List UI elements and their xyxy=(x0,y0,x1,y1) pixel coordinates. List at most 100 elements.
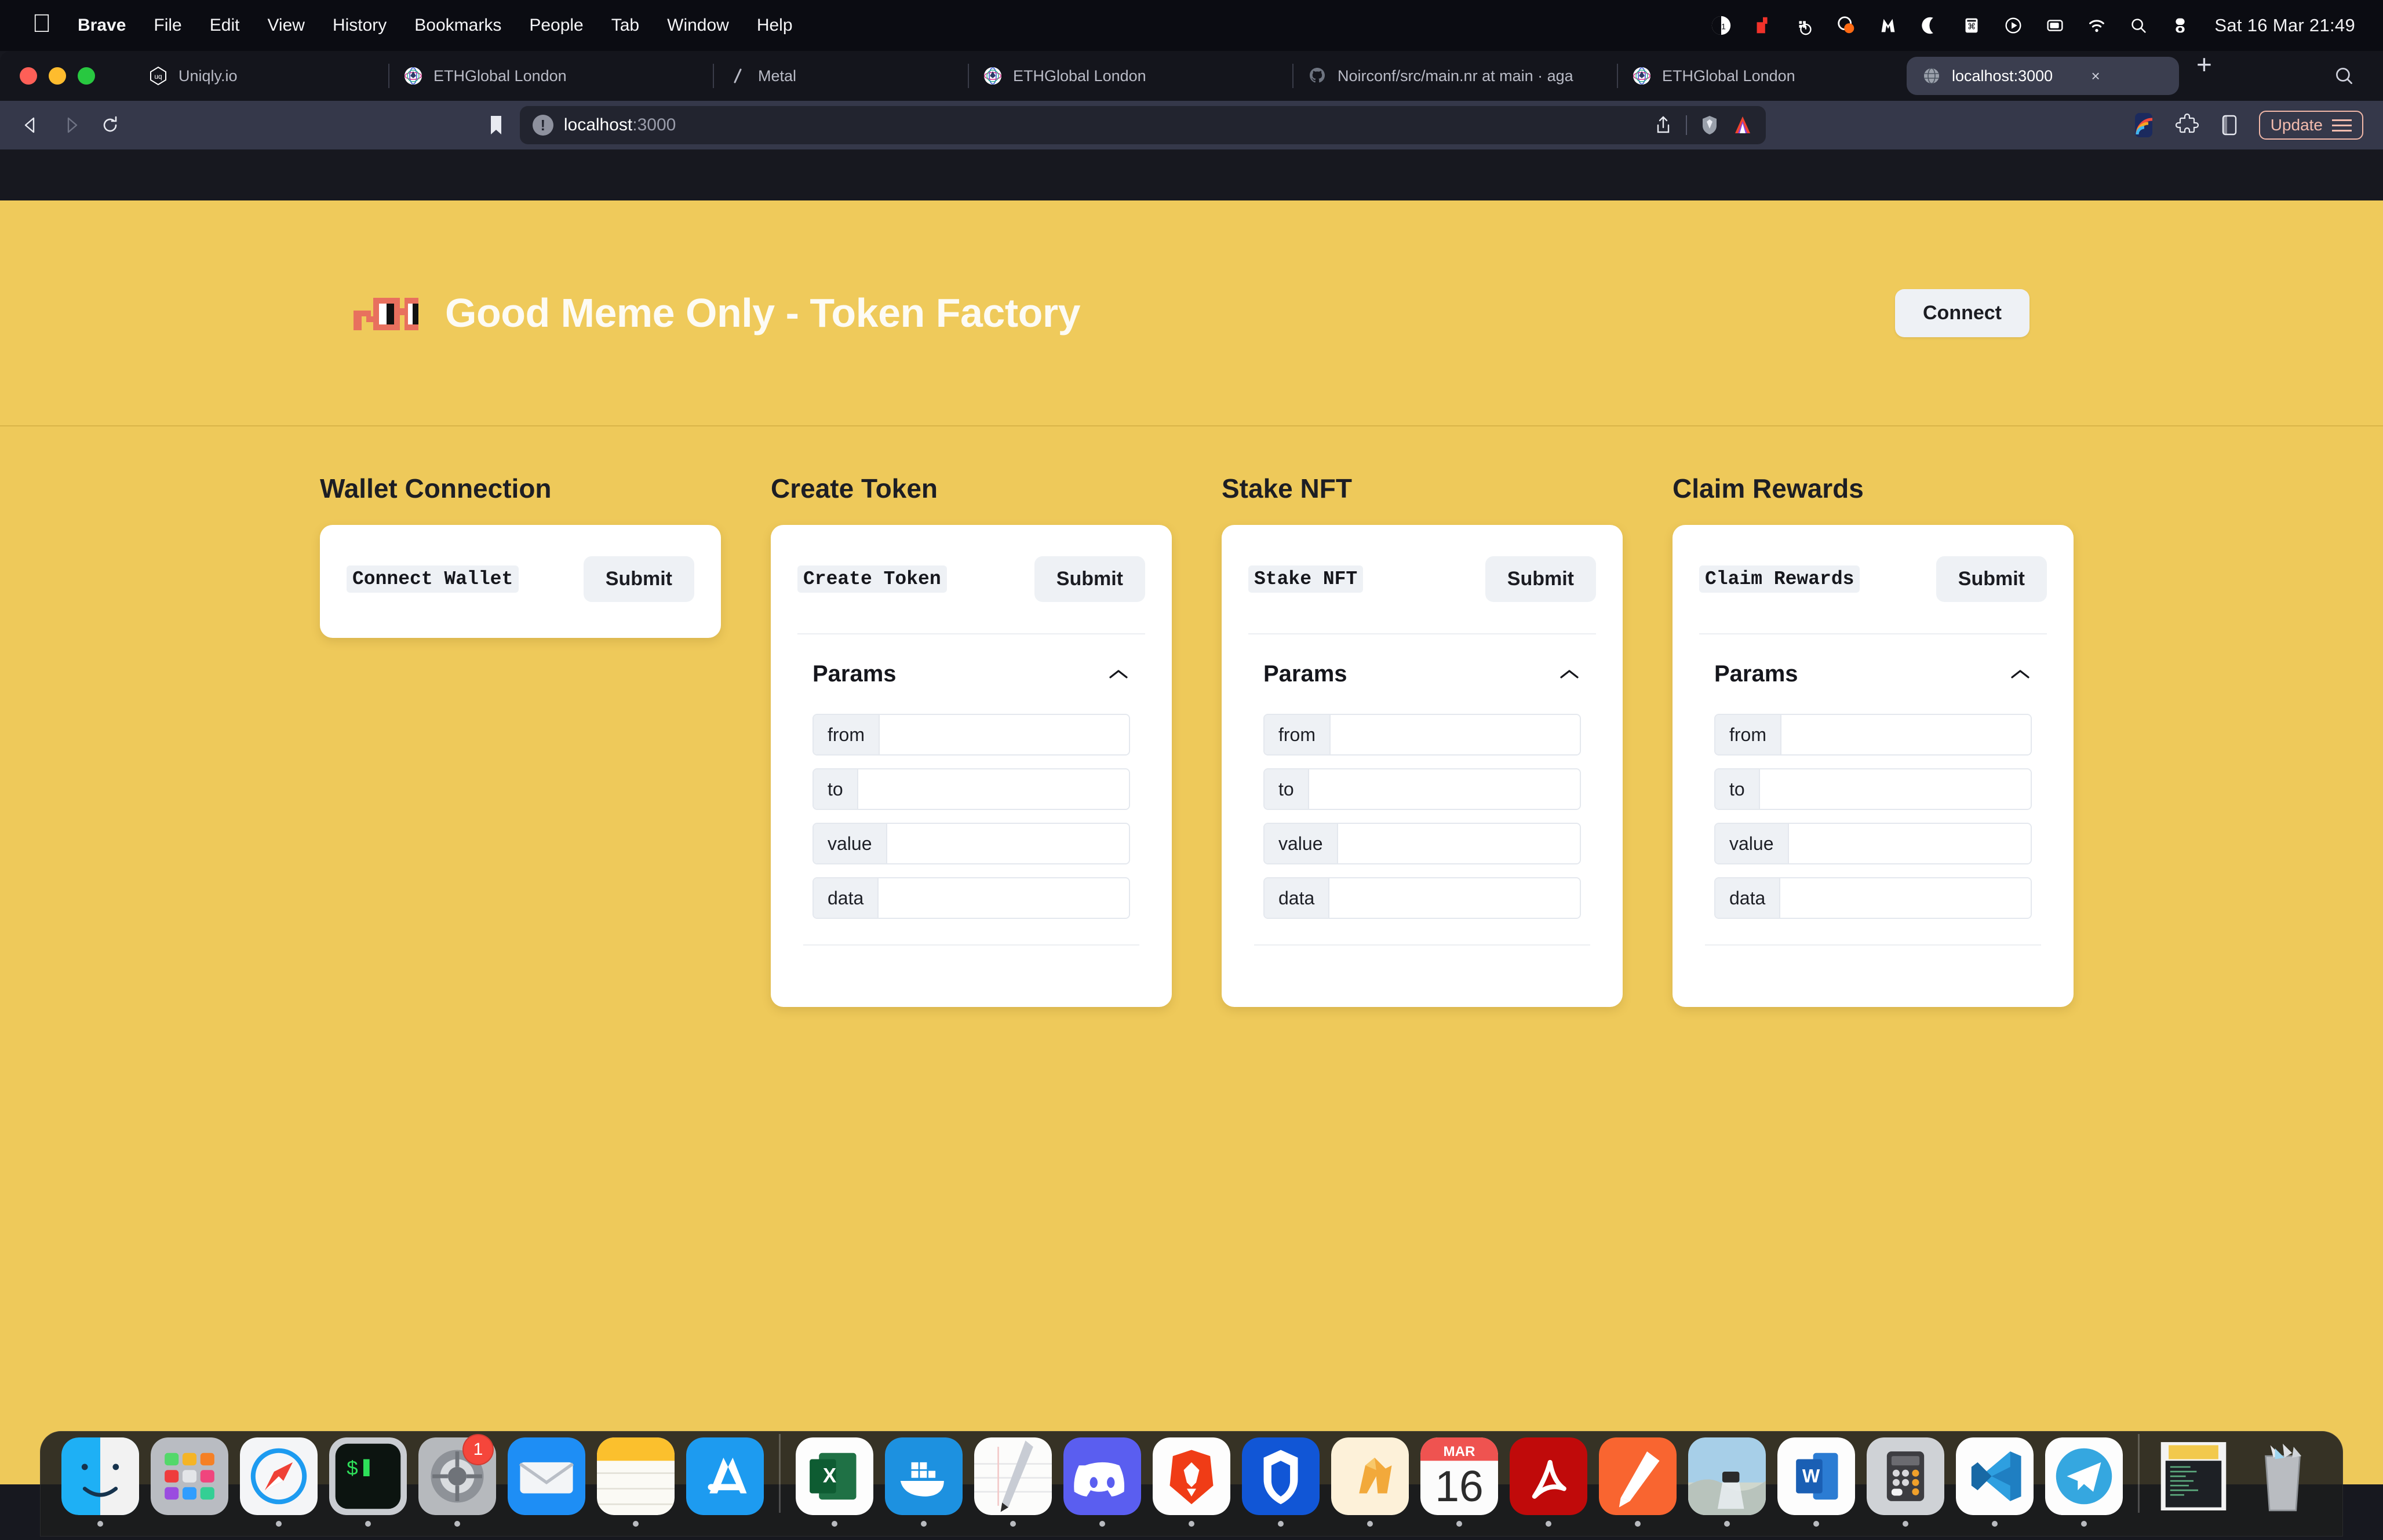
browser-tab-ethglobal-2[interactable]: ETHGlobal London xyxy=(968,51,1292,101)
forward-arrow-icon[interactable] xyxy=(59,114,82,137)
dock-item-notes[interactable] xyxy=(591,1437,680,1527)
param-row-to[interactable]: to xyxy=(1714,768,2032,810)
dock-item-nordvpn[interactable] xyxy=(1236,1437,1325,1527)
param-input-value[interactable] xyxy=(1788,824,2031,863)
dock-item-docker[interactable] xyxy=(879,1437,968,1527)
dock-item-discord[interactable] xyxy=(1058,1437,1147,1527)
params-toggle[interactable]: Params xyxy=(797,634,1145,687)
wifi-icon[interactable] xyxy=(2086,14,2108,37)
dock-item-app-store[interactable] xyxy=(680,1437,770,1527)
shortcuts-icon[interactable]: ⌘ xyxy=(1961,14,1983,37)
close-tab-button[interactable]: × xyxy=(2087,67,2104,85)
dock-item-unity[interactable] xyxy=(1325,1437,1415,1527)
menu-item-history[interactable]: History xyxy=(319,16,400,35)
menu-item-brave[interactable]: Brave xyxy=(64,16,140,35)
update-button[interactable]: Update xyxy=(2258,111,2363,140)
param-row-data[interactable]: data xyxy=(1263,877,1581,919)
dock-item-launchpad[interactable] xyxy=(145,1437,234,1527)
dock-item-trash[interactable] xyxy=(2238,1437,2327,1527)
screen-mirroring-icon[interactable] xyxy=(2044,14,2066,37)
param-input-to[interactable] xyxy=(858,769,1129,809)
dock-item-calculator[interactable] xyxy=(1861,1437,1950,1527)
back-arrow-icon[interactable] xyxy=(20,114,43,137)
browser-tab-ethglobal-1[interactable]: ETHGlobal London xyxy=(388,51,713,101)
browser-tab-github-noirconf[interactable]: Noirconf/src/main.nr at main · aga xyxy=(1292,51,1617,101)
play-circle-icon[interactable] xyxy=(2002,14,2024,37)
menu-item-view[interactable]: View xyxy=(253,16,318,35)
param-row-to[interactable]: to xyxy=(1263,768,1581,810)
browser-tab-localhost-active[interactable]: localhost:3000 × xyxy=(1907,57,2179,95)
dock-item-system-settings[interactable]: 1 xyxy=(413,1434,502,1527)
docker-icon[interactable] xyxy=(1794,14,1816,37)
dock-item-finder[interactable] xyxy=(56,1437,145,1527)
rainbow-wallet-icon[interactable] xyxy=(2131,111,2156,139)
submit-button[interactable]: Submit xyxy=(1485,556,1596,602)
submit-button[interactable]: Submit xyxy=(1034,556,1145,602)
param-row-from[interactable]: from xyxy=(1263,714,1581,756)
menu-item-tab[interactable]: Tab xyxy=(597,16,653,35)
dock-item-calendar[interactable]: MAR 16 xyxy=(1415,1437,1504,1527)
param-input-data[interactable] xyxy=(1329,878,1580,918)
menu-item-bookmarks[interactable]: Bookmarks xyxy=(400,16,515,35)
dock-item-adobe-acrobat[interactable] xyxy=(1504,1437,1593,1527)
param-row-value[interactable]: value xyxy=(1263,823,1581,864)
dock-item-photos[interactable] xyxy=(1682,1437,1772,1527)
brave-shields-icon[interactable] xyxy=(1700,114,1719,137)
reload-icon[interactable] xyxy=(99,114,122,137)
menu-item-people[interactable]: People xyxy=(515,16,597,35)
param-input-data[interactable] xyxy=(1780,878,2031,918)
menu-item-file[interactable]: File xyxy=(140,16,195,35)
dock-item-vs-code[interactable] xyxy=(1950,1437,2039,1527)
dock-item-stickies-file[interactable] xyxy=(2149,1437,2238,1527)
dock-item-mail[interactable] xyxy=(502,1437,591,1527)
param-row-value[interactable]: value xyxy=(1714,823,2032,864)
dock-item-telegram[interactable] xyxy=(2039,1437,2129,1527)
param-input-value[interactable] xyxy=(1338,824,1580,863)
minimize-window-button[interactable] xyxy=(49,67,66,85)
menu-item-window[interactable]: Window xyxy=(653,16,743,35)
param-input-to[interactable] xyxy=(1759,769,2031,809)
browser-tab-ethglobal-3[interactable]: ETHGlobal London xyxy=(1617,51,1907,101)
maximize-window-button[interactable] xyxy=(78,67,95,85)
params-toggle[interactable]: Params xyxy=(1248,634,1596,687)
param-row-from[interactable]: from xyxy=(1714,714,2032,756)
param-row-value[interactable]: value xyxy=(812,823,1130,864)
dock-item-notability[interactable] xyxy=(968,1437,1058,1527)
leo-ai-icon[interactable] xyxy=(1732,114,1753,137)
submit-button[interactable]: Submit xyxy=(583,556,694,602)
todo-red-icon[interactable] xyxy=(1752,14,1774,37)
param-input-data[interactable] xyxy=(879,878,1129,918)
param-row-data[interactable]: data xyxy=(1714,877,2032,919)
dock-item-excel[interactable]: X xyxy=(790,1437,879,1527)
dock-item-preview-markup[interactable] xyxy=(1593,1437,1682,1527)
param-input-from[interactable] xyxy=(1781,715,2031,754)
param-row-to[interactable]: to xyxy=(812,768,1130,810)
close-window-button[interactable] xyxy=(20,67,37,85)
connect-wallet-button[interactable]: Connect xyxy=(1895,289,2029,337)
tab-search-button[interactable] xyxy=(2332,51,2356,101)
address-bar[interactable]: ! localhost:3000 xyxy=(519,106,1766,144)
dock-item-safari[interactable] xyxy=(234,1437,323,1527)
share-icon[interactable] xyxy=(1653,114,1673,137)
menu-item-edit[interactable]: Edit xyxy=(196,16,254,35)
night-shift-moon-icon[interactable] xyxy=(1919,14,1941,37)
menu-bar-clock[interactable]: Sat 16 Mar 21:49 xyxy=(2211,15,2355,36)
chevron-up-icon[interactable] xyxy=(1107,667,1130,681)
dock-item-word[interactable]: W xyxy=(1772,1437,1861,1527)
param-input-from[interactable] xyxy=(1331,715,1580,754)
sidebar-toggle-icon[interactable] xyxy=(2220,112,2239,138)
param-row-from[interactable]: from xyxy=(812,714,1130,756)
new-tab-button[interactable]: + xyxy=(2179,51,2229,101)
extensions-puzzle-icon[interactable] xyxy=(2175,113,2200,137)
apple-logo-icon[interactable]:  xyxy=(20,11,64,37)
hamburger-menu-icon[interactable] xyxy=(2332,119,2352,132)
site-info-icon[interactable]: ! xyxy=(532,115,553,136)
calendar-31-icon[interactable]: 31 xyxy=(1710,14,1732,37)
malwarebytes-icon[interactable] xyxy=(1877,14,1899,37)
chevron-up-icon[interactable] xyxy=(1558,667,1581,681)
dock-item-terminal[interactable]: $ xyxy=(323,1437,413,1527)
params-toggle[interactable]: Params xyxy=(1699,634,2047,687)
monitor-control-icon[interactable] xyxy=(1835,14,1857,37)
submit-button[interactable]: Submit xyxy=(1936,556,2047,602)
menu-item-help[interactable]: Help xyxy=(743,16,807,35)
